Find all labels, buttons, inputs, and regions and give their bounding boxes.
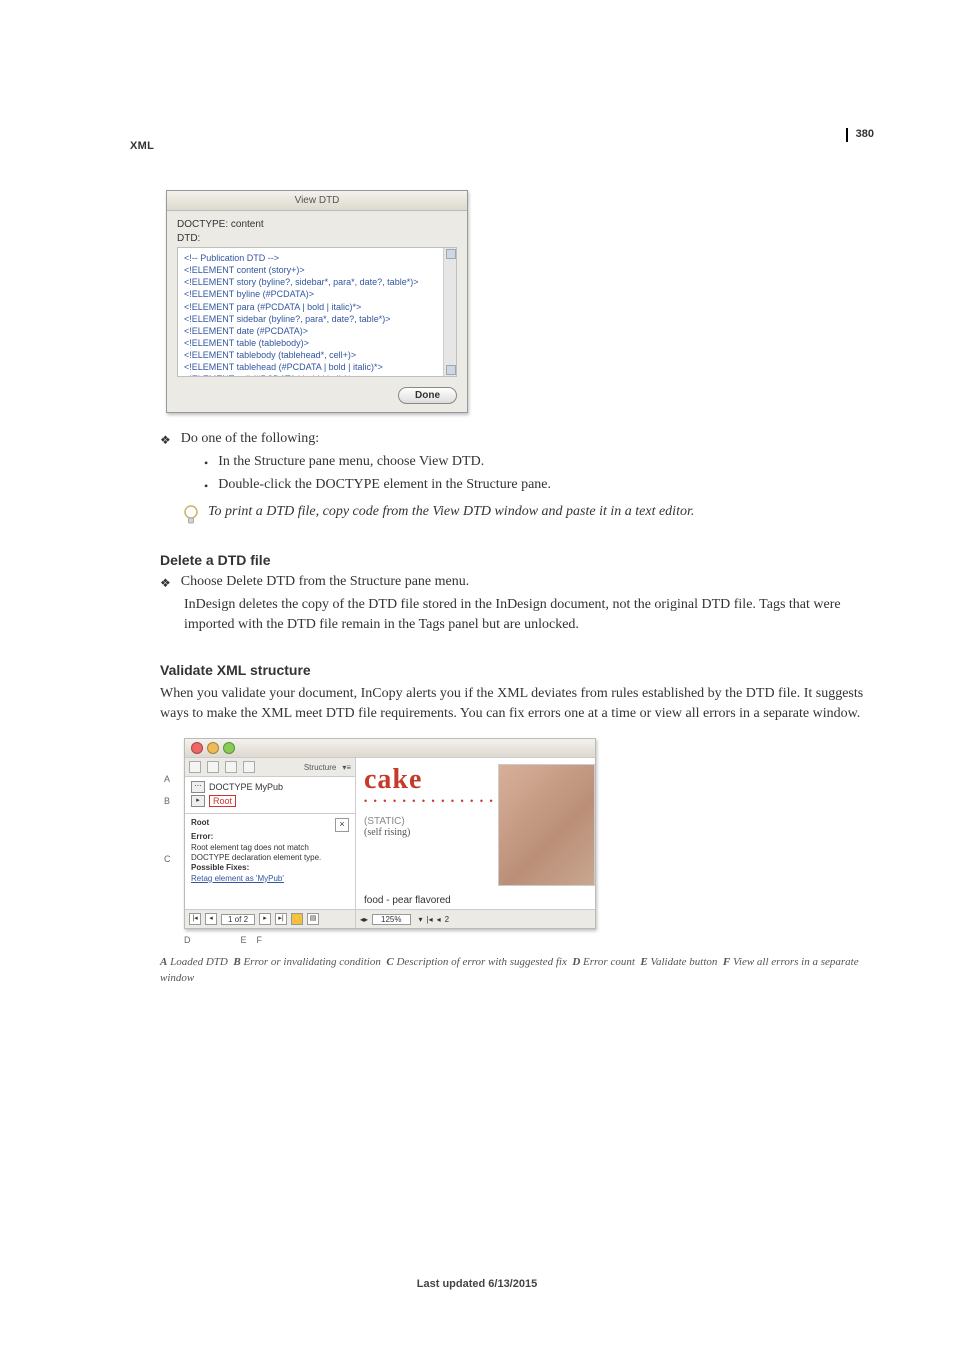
delete-item: Choose Delete DTD from the Structure pan… [181,574,469,590]
dropdown-icon[interactable]: ▾ [419,915,423,924]
heading-delete-dtd: Delete a DTD file [160,552,874,568]
zoom-arrow-icon[interactable]: ◂▸ [360,915,368,924]
diamond-bullet-icon: ❖ [160,576,171,591]
last-updated: Last updated 6/13/2015 [0,1278,954,1290]
view-dtd-window: View DTD DOCTYPE: content DTD: <!-- Publ… [166,190,468,413]
fix-link[interactable]: Retag element as 'MyPub' [191,874,349,884]
doctype-label: DOCTYPE: content [177,219,457,230]
callout-E: E [241,935,247,945]
dtd-code-box: <!-- Publication DTD --> <!ELEMENT conte… [177,247,457,377]
callout-B: B [164,796,171,806]
fix-label: Possible Fixes: [191,863,349,873]
error-count: 1 of 2 [221,914,255,925]
root-node[interactable]: Root [209,795,236,807]
close-x-icon[interactable]: × [335,818,349,832]
view-all-errors-icon[interactable]: ▤ [307,913,319,925]
delete-paragraph: InDesign deletes the copy of the DTD fil… [184,595,874,636]
close-icon[interactable] [191,742,203,754]
heading-validate: Validate XML structure [160,662,874,678]
error-text: Root element tag does not match DOCTYPE … [191,843,349,864]
sub-bullet-1: In the Structure pane menu, choose View … [218,454,484,470]
dtd-label: DTD: [177,233,457,244]
food-line: food - pear flavored [364,895,451,906]
page-prev-icon[interactable]: ◂ [437,915,441,924]
nav-prev-icon[interactable]: ◂ [205,913,217,925]
doctype-node[interactable]: DOCTYPE MyPub [209,782,283,792]
nav-next-icon[interactable]: ▸ [259,913,271,925]
cake-photo [498,764,595,886]
structure-pane-label: Structure [304,763,336,772]
page-first-icon[interactable]: |◂ [427,915,433,924]
window-title: View DTD [167,191,467,211]
validate-paragraph: When you validate your document, InCopy … [160,684,874,725]
dot-bullet-icon: • [204,456,208,471]
callout-C: C [164,854,171,864]
callout-D: D [184,935,191,945]
callout-A: A [164,774,171,784]
do-one-text: Do one of the following: [181,431,319,447]
done-button[interactable]: Done [398,387,457,404]
callout-F: F [257,935,263,945]
tool-icon[interactable] [243,761,255,773]
nav-first-icon[interactable]: |◂ [189,913,201,925]
validate-figure: A B C Struct [166,738,606,945]
zoom-icon[interactable] [223,742,235,754]
error-root: Root [191,818,209,832]
tip-text: To print a DTD file, copy code from the … [208,504,694,520]
root-node-icon[interactable]: ▸ [191,795,205,807]
running-header: XML [130,140,154,152]
dot-bullet-icon: • [204,479,208,494]
doctype-node-icon[interactable]: ⋯ [191,781,205,793]
tool-icon[interactable] [225,761,237,773]
validate-button-icon[interactable]: ⚡ [291,913,303,925]
zoom-level[interactable]: 125% [372,914,410,925]
nav-last-icon[interactable]: ▸| [275,913,287,925]
tool-icon[interactable] [189,761,201,773]
tool-icon[interactable] [207,761,219,773]
sub-bullet-2: Double-click the DOCTYPE element in the … [218,477,551,493]
error-label: Error: [191,832,349,842]
tip-bulb-icon [182,504,200,526]
minimize-icon[interactable] [207,742,219,754]
page-number: 380 [846,128,874,142]
figure-caption: A Loaded DTD B Error or invalidating con… [160,955,874,987]
page-number-field[interactable]: 2 [445,915,449,924]
scrollbar[interactable] [443,248,456,376]
diamond-bullet-icon: ❖ [160,433,171,448]
pane-menu-icon[interactable]: ▾≡ [342,763,351,772]
window-titlebar [185,739,595,758]
